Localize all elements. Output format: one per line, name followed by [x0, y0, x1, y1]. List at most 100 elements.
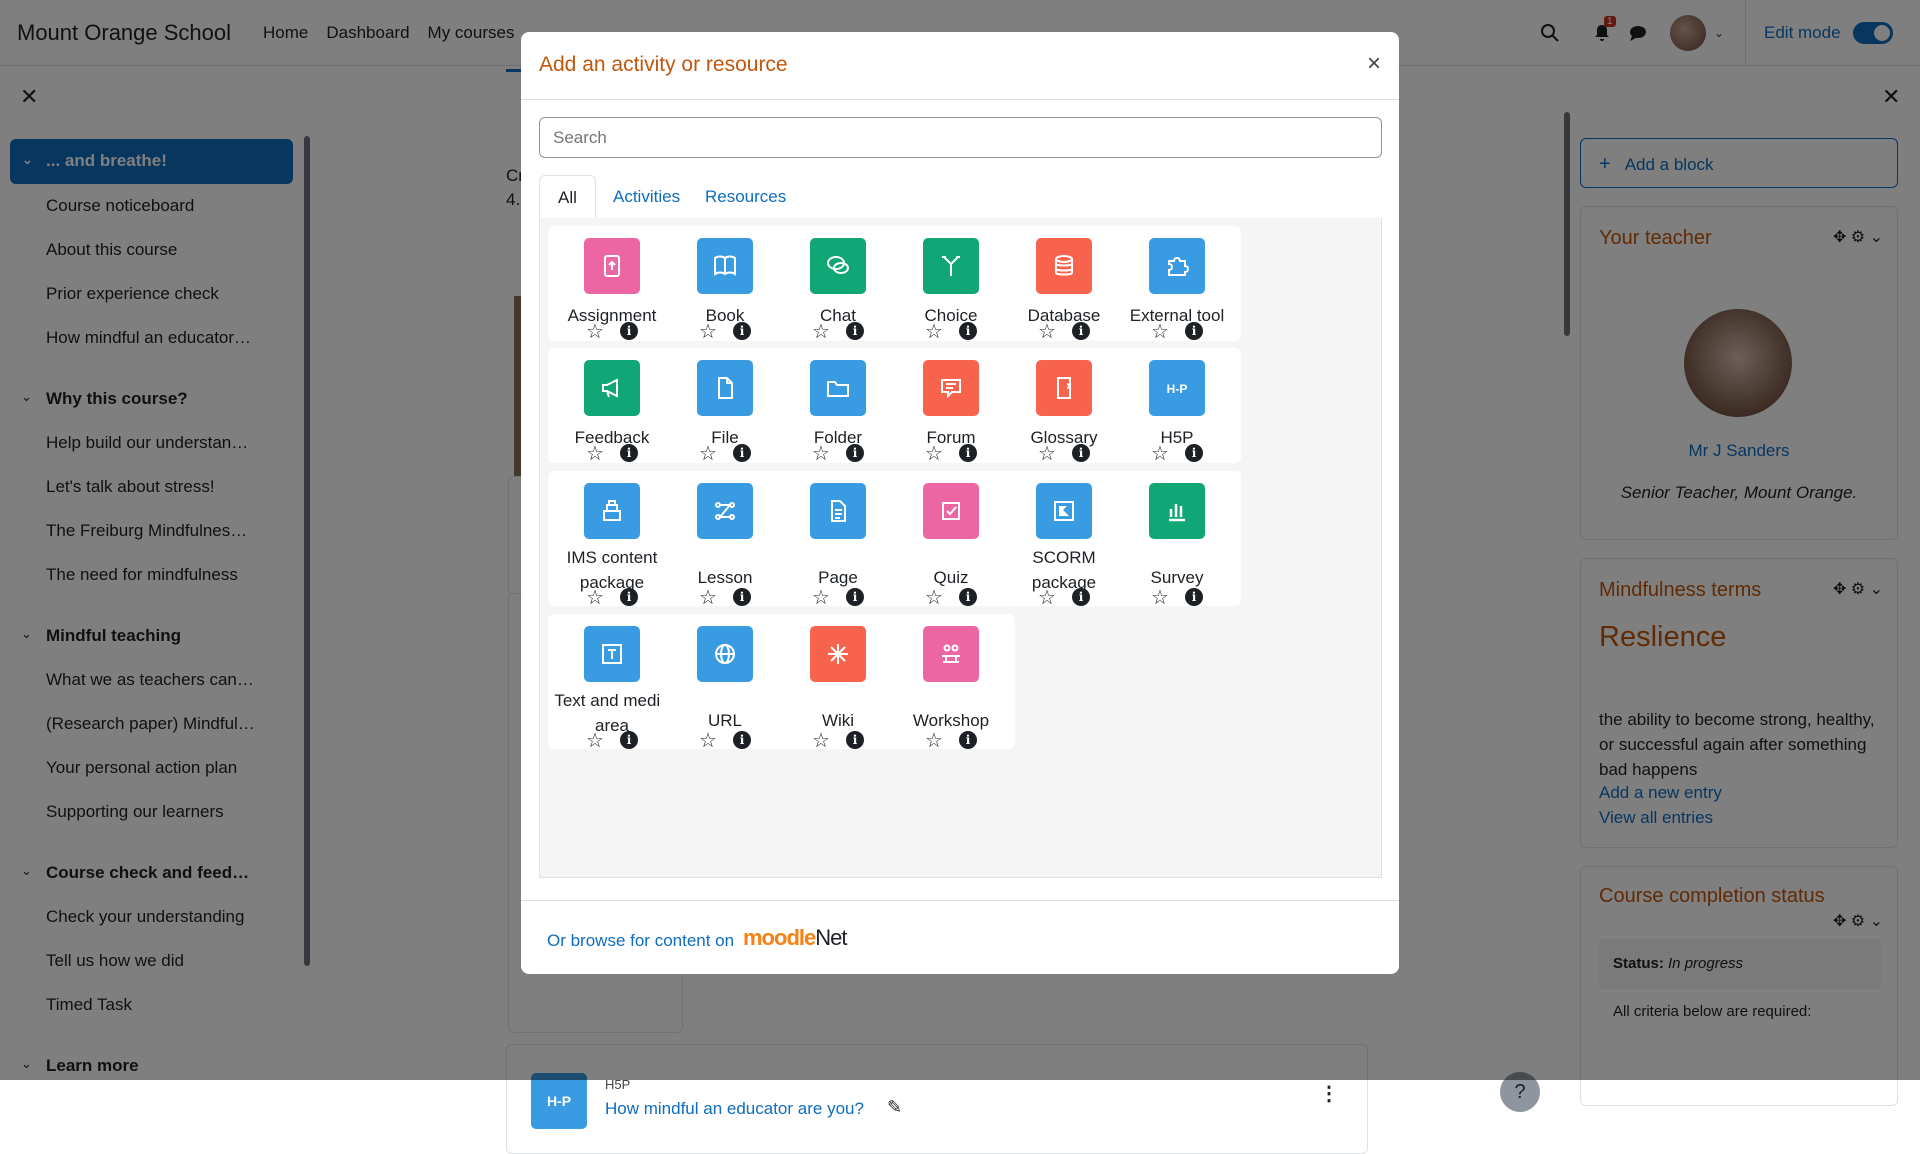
star-icon[interactable]: ☆ — [1038, 588, 1056, 608]
glossary-icon — [1036, 360, 1092, 416]
tile-actions: ☆ i — [887, 588, 1015, 608]
tile-actions: ☆ i — [1113, 444, 1241, 464]
star-icon[interactable]: ☆ — [812, 731, 830, 751]
info-icon[interactable]: i — [619, 444, 638, 462]
activity-tile[interactable]: Glossary ☆ i — [1000, 348, 1128, 464]
globe-icon — [697, 626, 753, 682]
info-icon[interactable]: i — [845, 588, 864, 606]
info-icon[interactable]: i — [845, 444, 864, 462]
info-icon[interactable]: i — [958, 588, 977, 606]
star-icon[interactable]: ☆ — [1151, 444, 1169, 464]
info-icon[interactable]: i — [845, 731, 864, 749]
tile-actions: ☆ i — [887, 444, 1015, 464]
info-icon[interactable]: i — [732, 444, 751, 462]
activity-tile[interactable]: Folder ☆ i — [774, 348, 902, 464]
info-icon[interactable]: i — [958, 444, 977, 462]
tile-actions: ☆ i — [774, 322, 902, 342]
info-icon[interactable]: i — [1184, 588, 1203, 606]
activity-tile[interactable]: File ☆ i — [661, 348, 789, 464]
activity-tile[interactable]: Page ☆ i — [774, 471, 902, 608]
more-actions-icon[interactable]: ⋮ — [1319, 1081, 1339, 1106]
tab-all[interactable]: All — [539, 175, 596, 220]
star-icon[interactable]: ☆ — [586, 444, 604, 464]
info-icon[interactable]: i — [958, 731, 977, 749]
info-icon[interactable]: i — [619, 588, 638, 606]
quiz-icon — [923, 483, 979, 539]
star-icon[interactable]: ☆ — [586, 588, 604, 608]
star-icon[interactable]: ☆ — [925, 588, 943, 608]
activity-tile[interactable]: Feedback ☆ i — [548, 348, 676, 464]
activity-tile[interactable]: Assignment ☆ i — [548, 226, 676, 342]
star-icon[interactable]: ☆ — [812, 588, 830, 608]
activity-tile[interactable]: Survey ☆ i — [1113, 471, 1241, 608]
activity-tile[interactable]: Choice ☆ i — [887, 226, 1015, 342]
activity-tile[interactable]: Lesson ☆ i — [661, 471, 789, 608]
book-icon — [697, 238, 753, 294]
info-icon[interactable]: i — [1071, 322, 1090, 340]
puzzle-icon — [1149, 238, 1205, 294]
info-icon[interactable]: i — [619, 731, 638, 749]
activity-tile[interactable]: Chat ☆ i — [774, 226, 902, 342]
activity-grid: Assignment ☆ i Book ☆ i Chat ☆ i Choice ☆ i Database… — [539, 218, 1382, 878]
activity-tile[interactable]: Database ☆ i — [1000, 226, 1128, 342]
info-icon[interactable]: i — [1184, 322, 1203, 340]
star-icon[interactable]: ☆ — [925, 444, 943, 464]
star-icon[interactable]: ☆ — [1151, 322, 1169, 342]
file-icon — [697, 360, 753, 416]
folder-icon — [810, 360, 866, 416]
activity-tile[interactable]: Workshop ☆ i — [887, 614, 1015, 751]
star-icon[interactable]: ☆ — [699, 322, 717, 342]
info-icon[interactable]: i — [958, 322, 977, 340]
star-icon[interactable]: ☆ — [925, 322, 943, 342]
activity-tile[interactable]: Book ☆ i — [661, 226, 789, 342]
activity-tile[interactable]: Quiz ☆ i — [887, 471, 1015, 608]
page-icon — [810, 483, 866, 539]
activity-tile[interactable]: SCORM package ☆ i — [1000, 471, 1128, 608]
search-input[interactable] — [539, 117, 1382, 158]
ims-icon — [584, 483, 640, 539]
moodlenet-link[interactable]: Or browse for content on — [547, 931, 734, 951]
activity-link[interactable]: How mindful an educator are you? — [605, 1099, 864, 1119]
star-icon[interactable]: ☆ — [699, 731, 717, 751]
modal-footer: Or browse for content on moodleNet — [521, 900, 1399, 974]
star-icon[interactable]: ☆ — [586, 322, 604, 342]
info-icon[interactable]: i — [619, 322, 638, 340]
star-icon[interactable]: ☆ — [812, 444, 830, 464]
activity-tile[interactable]: Wiki ☆ i — [774, 614, 902, 751]
info-icon[interactable]: i — [732, 588, 751, 606]
tile-actions: ☆ i — [1000, 322, 1128, 342]
star-icon[interactable]: ☆ — [699, 444, 717, 464]
star-icon[interactable]: ☆ — [699, 588, 717, 608]
star-icon[interactable]: ☆ — [812, 322, 830, 342]
info-icon[interactable]: i — [1071, 588, 1090, 606]
star-icon[interactable]: ☆ — [1038, 322, 1056, 342]
tile-actions: ☆ i — [774, 444, 902, 464]
activity-tile[interactable]: IMS content package ☆ i — [548, 471, 676, 608]
star-icon[interactable]: ☆ — [925, 731, 943, 751]
lesson-icon — [697, 483, 753, 539]
star-icon[interactable]: ☆ — [1151, 588, 1169, 608]
tile-actions: ☆ i — [548, 731, 676, 751]
star-icon[interactable]: ☆ — [1038, 444, 1056, 464]
tab-resources[interactable]: Resources — [687, 175, 804, 220]
activity-tile[interactable]: Forum ☆ i — [887, 348, 1015, 464]
moodlenet-logo[interactable]: moodleNet — [743, 925, 847, 951]
activity-tile[interactable]: URL ☆ i — [661, 614, 789, 751]
info-icon[interactable]: i — [732, 322, 751, 340]
tile-actions: ☆ i — [1113, 322, 1241, 342]
star-icon[interactable]: ☆ — [586, 731, 604, 751]
tab-activities[interactable]: Activities — [595, 175, 698, 220]
h5p-icon: H-P — [531, 1073, 587, 1129]
text-icon — [584, 626, 640, 682]
edit-pencil-icon[interactable]: ✎ — [887, 1097, 902, 1118]
activity-tile[interactable]: Text and media area ☆ i — [548, 614, 676, 751]
choice-icon — [923, 238, 979, 294]
info-icon[interactable]: i — [1184, 444, 1203, 462]
close-icon[interactable]: × — [1367, 50, 1381, 78]
info-icon[interactable]: i — [845, 322, 864, 340]
info-icon[interactable]: i — [732, 731, 751, 749]
tile-actions: ☆ i — [1000, 588, 1128, 608]
activity-tile[interactable]: External tool ☆ i — [1113, 226, 1241, 342]
info-icon[interactable]: i — [1071, 444, 1090, 462]
activity-tile[interactable]: H-P H5P ☆ i — [1113, 348, 1241, 464]
